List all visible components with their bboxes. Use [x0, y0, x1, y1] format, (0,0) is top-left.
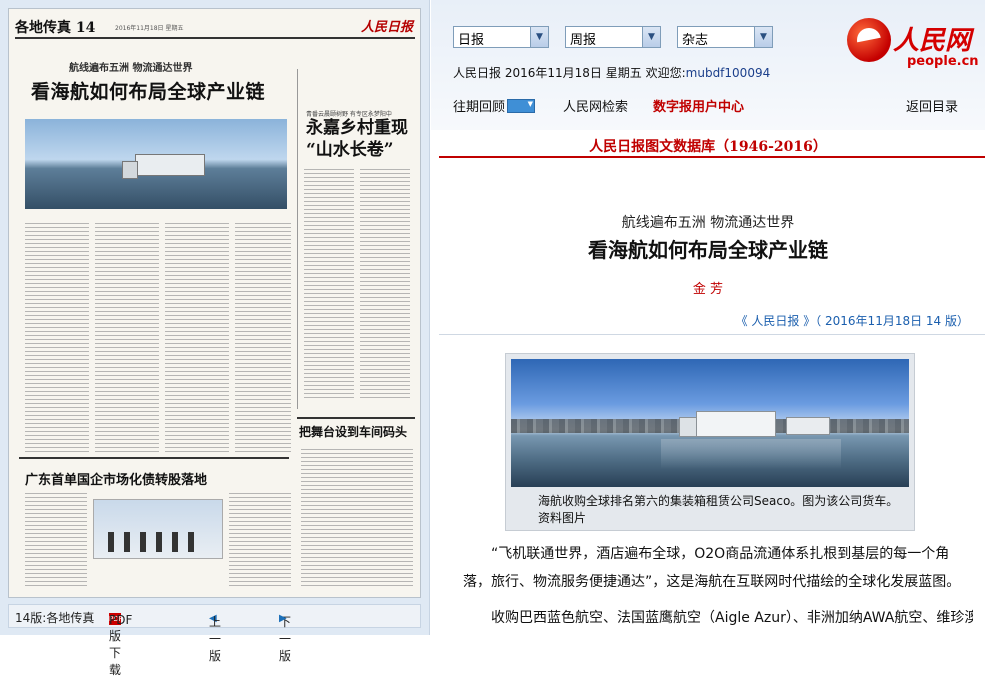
- archive-link[interactable]: 往期回顾: [453, 96, 536, 115]
- bottom-photo[interactable]: [93, 499, 223, 559]
- page-headline[interactable]: 看海航如何布局全球产业链: [31, 77, 265, 104]
- logo-icon: [847, 18, 891, 62]
- chevron-down-icon: ▼: [754, 27, 772, 47]
- newspaper-pane: 各地传真 14 2016年11月18日 星期五 人民日报 航线遍布五洲 物流通达…: [0, 0, 430, 677]
- page-name: 各地传真 14: [15, 20, 96, 36]
- article-figure: 海航收购全球排名第六的集装箱租赁公司Seaco。图为该公司货车。资料图片: [505, 353, 915, 531]
- text-block: [229, 493, 291, 589]
- text-block: [165, 223, 229, 453]
- digital-user-center-link[interactable]: 数字报用户中心: [653, 96, 744, 115]
- text-block: [95, 223, 159, 453]
- text-block: [25, 493, 87, 589]
- text-block: [304, 169, 354, 399]
- article-subtitle: 航线遍布五洲 物流通达世界: [621, 215, 795, 231]
- database-title: 人民日报图文数据库（1946-2016）: [589, 139, 827, 155]
- arrow-right-icon: ▶: [279, 613, 287, 624]
- article-pane: 日报 ▼ 周报 ▼ 杂志 ▼ 人民日报 2016年11月18日 星期五 欢迎您:mub…: [431, 0, 985, 635]
- select-daily[interactable]: 日报 ▼: [453, 26, 549, 48]
- people-logo[interactable]: 人民网 people.cn: [847, 18, 979, 72]
- text-block: [235, 223, 291, 453]
- text-block: [360, 169, 410, 399]
- page-label: 14版:各地传真: [15, 611, 95, 625]
- page-photo[interactable]: [25, 119, 287, 209]
- paper-logo: 人民日报: [360, 20, 413, 35]
- calendar-icon[interactable]: [507, 99, 536, 113]
- back-to-contents-link[interactable]: 返回目录: [906, 96, 958, 115]
- page-date: 2016年11月18日 星期五: [115, 25, 184, 32]
- side-story[interactable]: 青番云晨颐树野 有专区永梦阳中 永嘉乡村重现 “山水长卷”: [297, 69, 415, 409]
- select-magazine[interactable]: 杂志 ▼: [677, 26, 773, 48]
- divider: [439, 156, 985, 158]
- text-block: [301, 449, 413, 589]
- user-info-line: 人民日报 2016年11月18日 星期五 欢迎您:mubdf100094: [453, 66, 771, 80]
- divider: [439, 334, 985, 335]
- page-nav-bar: 14版:各地传真 PDF PDF版下载 ◀ 上一版 下一版 ▶: [8, 604, 421, 677]
- photo-caption: 海航收购全球排名第六的集装箱租赁公司Seaco。图为该公司货车。资料图片: [538, 494, 899, 525]
- article-photo[interactable]: [511, 359, 909, 487]
- chevron-down-icon: ▼: [642, 27, 660, 47]
- article-paragraph: “飞机联通世界，酒店遍布全球，O2O商品流通体系扎根到基层的每一个角落，旅行、物…: [463, 546, 961, 590]
- article-paragraph: 收购巴西蓝色航空、法国蓝鹰航空（Aigle Azur）、非洲加纳AWA航空、维珍…: [491, 610, 973, 626]
- article-author: 金 芳: [692, 282, 724, 297]
- search-link[interactable]: 人民网检索: [563, 96, 628, 115]
- article-source[interactable]: 《 人民日报 》（ 2016年11月18日 14 版）: [736, 312, 969, 329]
- newspaper-page-image[interactable]: 各地传真 14 2016年11月18日 星期五 人民日报 航线遍布五洲 物流通达…: [8, 8, 421, 598]
- bottom-right-story[interactable]: 把舞台设到车间码头: [297, 417, 415, 445]
- select-weekly[interactable]: 周报 ▼: [565, 26, 661, 48]
- bottom-left-story[interactable]: 广东首单国企市场化债转股落地: [19, 457, 289, 488]
- text-block: [25, 223, 89, 453]
- page-header: 各地传真 14 2016年11月18日 星期五 人民日报: [15, 15, 415, 39]
- username: mubdf100094: [685, 66, 771, 80]
- chevron-down-icon: ▼: [530, 27, 548, 47]
- article-title: 看海航如何布局全球产业链: [588, 238, 828, 262]
- page-headline-sub[interactable]: 航线遍布五洲 物流通达世界: [69, 59, 192, 74]
- side-story-title: 永嘉乡村重现 “山水长卷”: [306, 118, 408, 160]
